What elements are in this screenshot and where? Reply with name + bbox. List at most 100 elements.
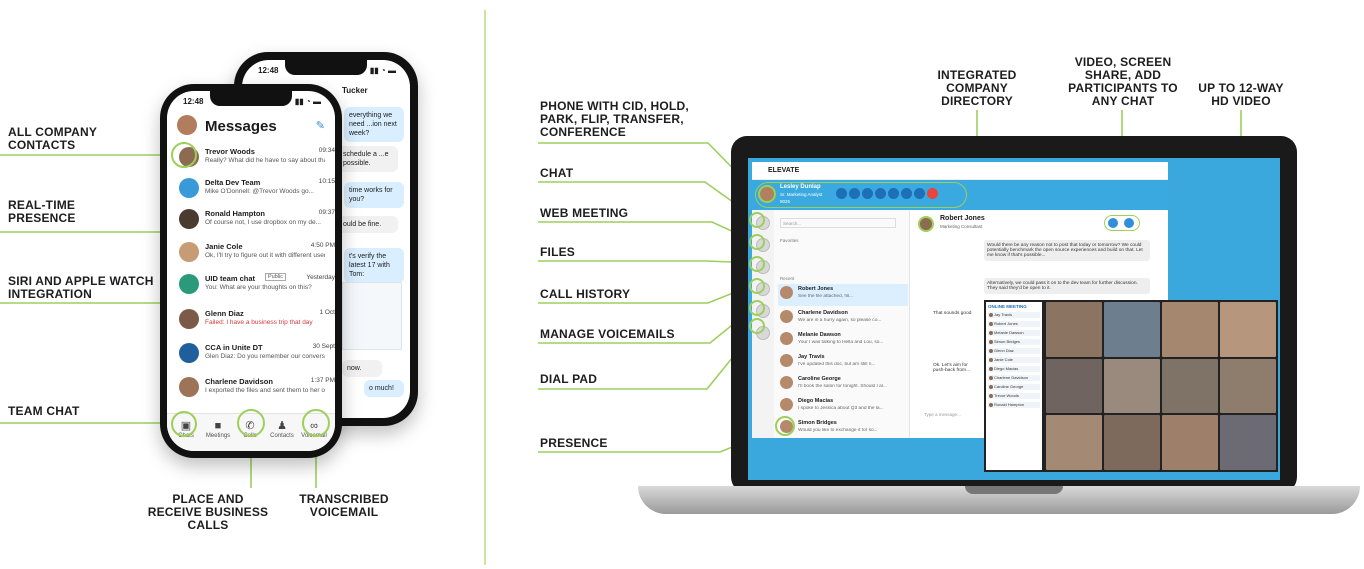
- dialpad-ring: [749, 318, 765, 334]
- list-item[interactable]: Caroline George I'll book the salon for t…: [778, 374, 908, 396]
- conversation-name: Robert Jones: [940, 215, 985, 222]
- message-bubble: t's verify the latest 17 with Tom:: [344, 248, 404, 283]
- list-item[interactable]: Melanie Dawson Your I was talking to Hell…: [778, 330, 908, 352]
- callout-all-company-contacts: ALL COMPANY CONTACTS: [8, 125, 97, 152]
- callout-call-history: CALL HISTORY: [540, 287, 631, 301]
- list-item[interactable]: UID team chat You: What are your thoughts…: [177, 272, 335, 300]
- search-input[interactable]: Search...: [780, 218, 896, 228]
- callout-team-chat: TEAM CHAT: [8, 404, 80, 418]
- public-badge: Public: [265, 273, 286, 281]
- callout-files: FILES: [540, 245, 576, 259]
- callout-transcribed-voicemail: TRANSCRIBED VOICEMAIL: [299, 492, 389, 519]
- message-bubble: now.: [342, 360, 382, 377]
- history-ring: [749, 278, 765, 294]
- meeting-title: ONLINE MEETING: [988, 304, 1027, 309]
- callout-real-time-presence: REAL-TIME PRESENCE: [8, 198, 76, 225]
- calls-ring: [237, 409, 265, 437]
- avatar[interactable]: [177, 115, 197, 135]
- presence-ring: [775, 416, 795, 436]
- list-item[interactable]: Glenn Diaz Failed: I have a business trip…: [177, 307, 335, 335]
- back-contact-name: Tucker: [342, 86, 368, 95]
- list-item[interactable]: Charlene Davidson I exported the files an…: [177, 375, 335, 403]
- message-bubble: time works for you?: [344, 182, 404, 208]
- video-tile: [1104, 302, 1160, 357]
- participant-item[interactable]: Robert Jones: [988, 321, 1040, 327]
- video-icon[interactable]: [1108, 218, 1118, 228]
- list-item[interactable]: CCA in Unite DT Glen Diaz: Do you remembe…: [177, 341, 335, 369]
- compose-icon[interactable]: ✎: [316, 119, 325, 132]
- meeting-ring: [749, 234, 765, 250]
- files-ring: [749, 256, 765, 272]
- callout-dial-pad: DIAL PAD: [540, 372, 598, 386]
- phone-icon[interactable]: [1124, 218, 1134, 228]
- video-tile: [1046, 302, 1102, 357]
- video-tile: [1162, 302, 1218, 357]
- participant-item[interactable]: Charlene Davidson: [988, 375, 1040, 381]
- front-phone-time: 12:48: [183, 97, 204, 106]
- front-phone: 12:48 ▮▮ ◔ ▬ Messages ✎ Trevor Woods Reall…: [160, 84, 342, 458]
- signal-icon: ▮▮ ◔ ▬: [369, 66, 396, 75]
- participant-item[interactable]: Ronald Hampton: [988, 402, 1040, 408]
- message-bubble: schedule a ...e possible.: [338, 146, 398, 172]
- participant-item[interactable]: Caroline George: [988, 384, 1040, 390]
- video-tile: [1220, 358, 1276, 414]
- recent-label: Recent: [780, 276, 795, 281]
- message-bubble: That sounds good: [930, 308, 980, 319]
- message-bubble: Ok. Let's aim for push-back from...: [930, 360, 982, 376]
- call-controls-ring: [755, 182, 967, 208]
- video-tile: [1220, 302, 1276, 357]
- message-composer[interactable]: Type a message...: [924, 412, 986, 422]
- app-brand: ELEVATE: [752, 162, 1168, 180]
- chat-ring: [749, 212, 765, 228]
- page-title: Messages: [205, 118, 277, 135]
- participant-item[interactable]: Janie Cole: [988, 357, 1040, 363]
- participant-item[interactable]: Diego Macias: [988, 366, 1040, 372]
- video-icon: ■: [214, 420, 222, 432]
- back-phone-time: 12:48: [258, 66, 279, 75]
- meeting-participants-panel: ONLINE MEETING Jay Travis Robert Jones M…: [986, 302, 1042, 470]
- list-item[interactable]: Janie Cole Ok, I'll try to figure out it …: [177, 240, 335, 268]
- list-item[interactable]: Trevor Woods Really? What did he have to …: [177, 145, 335, 173]
- message-bubble: Alternatively, we could pass it on to th…: [984, 278, 1150, 294]
- message-bubble: everything we need ...ion next week?: [344, 107, 404, 142]
- callout-siri-apple-watch: SIRI AND APPLE WATCH INTEGRATION: [8, 274, 154, 301]
- list-item[interactable]: Robert Jones See the file attached, fill.…: [778, 284, 908, 306]
- video-tile: [1162, 415, 1218, 470]
- tab-meetings[interactable]: ■ Meetings: [203, 420, 233, 439]
- video-tile: [1162, 358, 1218, 414]
- video-tile: [1104, 415, 1160, 470]
- list-item[interactable]: Simon Bridges Would you like to exchange …: [778, 418, 908, 440]
- callout-integrated-directory: INTEGRATED COMPANY DIRECTORY: [937, 68, 1017, 108]
- video-tile: [1104, 358, 1160, 414]
- message-bubble: o much!: [364, 380, 404, 397]
- laptop-notch: [965, 486, 1063, 494]
- chart-attachment[interactable]: [342, 282, 402, 350]
- callout-video-screen-share: VIDEO, SCREEN SHARE, ADD PARTICIPANTS TO…: [1068, 55, 1178, 108]
- team-chat-ring: [171, 411, 197, 437]
- callout-manage-voicemails: MANAGE VOICEMAILS: [540, 327, 675, 341]
- list-item[interactable]: Ronald Hampton Of course not, I use dropb…: [177, 207, 335, 235]
- list-item[interactable]: Delta Dev Team Mike O'Donnell: @Trevor Wo…: [177, 176, 335, 204]
- callout-presence: PRESENCE: [540, 436, 608, 450]
- list-item[interactable]: Charlene Davidson We are in a hurry again…: [778, 308, 908, 330]
- section-divider: [484, 10, 486, 565]
- contacts-icon: ♟: [277, 420, 287, 432]
- list-item[interactable]: Diego Macias I spoke to Jessica about Q3 …: [778, 396, 908, 418]
- callout-web-meeting: WEB MEETING: [540, 206, 629, 220]
- participant-item[interactable]: Trevor Woods: [988, 393, 1040, 399]
- contact-list: Search... Favorites Recent Robert Jones S…: [774, 210, 910, 438]
- participant-item[interactable]: Jay Travis: [988, 312, 1040, 318]
- callout-place-receive-calls: PLACE AND RECEIVE BUSINESS CALLS: [147, 492, 269, 532]
- participant-item[interactable]: Glenn Diaz: [988, 348, 1040, 354]
- conversation-title: Marketing Consultant: [940, 224, 983, 229]
- participant-item[interactable]: Simon Bridges: [988, 339, 1040, 345]
- video-tile: [1046, 358, 1102, 414]
- avatar[interactable]: [918, 216, 934, 232]
- favorites-label: Favorites: [780, 238, 799, 243]
- callout-phone-cid: PHONE WITH CID, HOLD, PARK, FLIP, TRANSF…: [540, 99, 689, 139]
- participant-item[interactable]: Melanie Dawson: [988, 330, 1040, 336]
- list-item[interactable]: Jay Travis I've updated this doc, but am …: [778, 352, 908, 374]
- callout-chat: CHAT: [540, 166, 574, 180]
- tab-contacts[interactable]: ♟ Contacts: [267, 420, 297, 439]
- voicemail-ring: [302, 409, 330, 437]
